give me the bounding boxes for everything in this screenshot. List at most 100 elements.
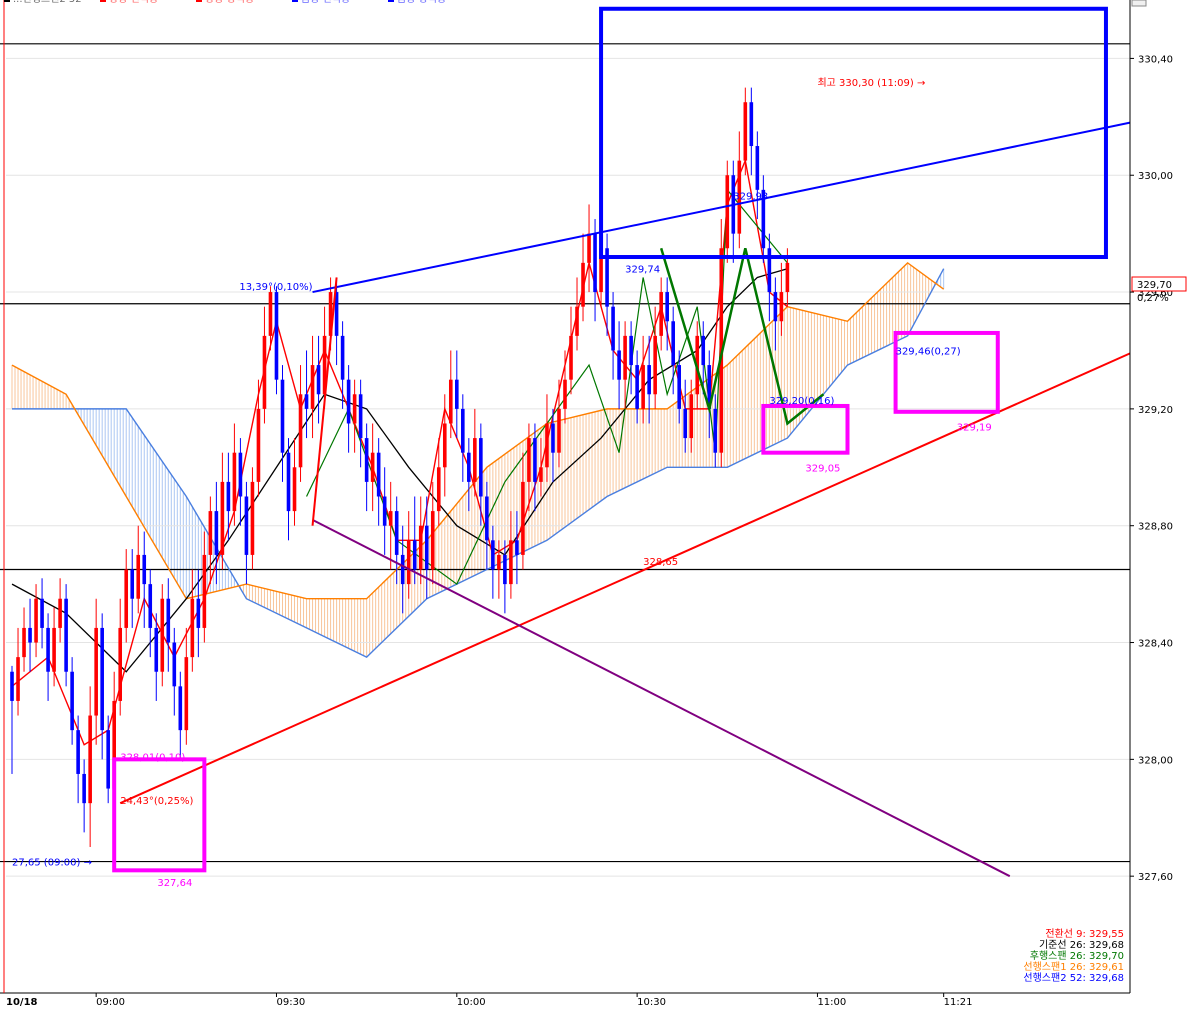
candle-up [292, 467, 297, 512]
candle-down [665, 292, 669, 322]
candle-down [46, 627, 50, 672]
candle-up [256, 408, 261, 482]
candle-up [190, 598, 195, 658]
candle-down [767, 248, 772, 293]
candle-down [28, 627, 32, 643]
y-tick-label: 329,20 [1138, 405, 1173, 416]
candle-up [545, 423, 549, 468]
candle-up [448, 379, 453, 424]
candle-up [418, 525, 423, 570]
candle-down [424, 525, 429, 570]
y-tick-label: 327,60 [1138, 872, 1173, 883]
scroll-corner-box[interactable] [1131, 0, 1147, 7]
annotation-label: 329,74 [625, 265, 660, 276]
candle-up [563, 379, 567, 409]
candle-up [118, 627, 123, 701]
candle-down [485, 496, 489, 541]
candle-up [94, 627, 98, 716]
annotation-label: 329,20(0,16) [769, 396, 834, 407]
top-legend-swatch [4, 0, 10, 2]
candle-down [178, 686, 183, 731]
candle-up [202, 554, 207, 628]
candle-down [82, 773, 86, 804]
annotation-label: 24,43°(0,25%) [120, 796, 193, 807]
candle-up [208, 511, 213, 555]
candle-up [52, 627, 56, 672]
candle-up [442, 423, 447, 468]
annotation-label: 327,64 [157, 878, 192, 889]
x-tick-label: 09:30 [276, 997, 305, 1008]
legend-entry: 후행스팬 26: 329,70 [1030, 950, 1124, 962]
candle-up [58, 598, 62, 628]
candle-up [310, 365, 315, 409]
candle-up [581, 262, 585, 307]
candle-down [461, 408, 465, 453]
candle-down [316, 365, 321, 395]
annotation-label: 27,65 (09:00) → [12, 858, 92, 869]
scroll-corner-icon[interactable] [1131, 0, 1147, 7]
annotation-label: 최고 330,30 (11:09) → [817, 77, 925, 89]
annotation-label: 13,39°(0,10%) [239, 282, 312, 293]
y-tick-label: 328,00 [1138, 755, 1173, 766]
x-tick-label: 10:30 [637, 997, 666, 1008]
candle-down [238, 452, 243, 497]
candle-down [749, 102, 754, 147]
candle-down [340, 335, 345, 380]
candle-down [196, 598, 201, 628]
candle-up [473, 438, 477, 482]
candle-up [527, 438, 531, 482]
candle-down [400, 554, 405, 585]
candle-down [382, 496, 387, 526]
candle-up [430, 511, 435, 570]
x-tick-label: 10:00 [457, 997, 486, 1008]
candle-up [497, 554, 501, 570]
candle-up [653, 335, 657, 395]
candle-up [779, 292, 784, 322]
candle-down [701, 335, 706, 366]
candle-down [467, 452, 471, 482]
candle-up [641, 365, 645, 409]
candle-down [70, 671, 74, 731]
annotation-label: 328,65 [643, 557, 678, 568]
candle-up [557, 408, 561, 453]
candle-up [250, 481, 255, 555]
candle-down [454, 379, 459, 409]
candle-down [100, 627, 104, 731]
annotation-label: 329,05 [805, 463, 840, 474]
candle-up [34, 598, 38, 643]
candle-down [635, 365, 639, 409]
legend-entry: 선행스팬1 26: 329,61 [1023, 961, 1124, 973]
candle-up [521, 481, 525, 555]
candle-down [286, 452, 291, 512]
candle-down [683, 408, 688, 439]
candle-up [785, 262, 790, 293]
candle-down [617, 350, 621, 380]
candle-down [515, 540, 519, 555]
candle-down [611, 306, 615, 351]
candle-up [352, 394, 357, 424]
candle-down [142, 554, 147, 585]
candle-down [773, 292, 778, 322]
candle-up [575, 306, 579, 336]
candle-down [394, 511, 399, 555]
candle-up [406, 540, 411, 585]
candle-down [412, 540, 417, 570]
top-legend-swatch [292, 0, 298, 2]
candle-down [166, 598, 171, 643]
candle-down [274, 292, 279, 380]
candle-down [304, 394, 309, 409]
candle-down [154, 627, 159, 672]
candle-up [370, 452, 375, 482]
candle-down [106, 730, 110, 789]
annotation-label: 329,93 [733, 192, 768, 203]
y-tick-label: 328,40 [1138, 639, 1173, 650]
candle-down [172, 642, 177, 687]
candle-down [677, 365, 682, 409]
top-legend-label: 양봉 상역봉 [205, 0, 254, 5]
candle-down [755, 146, 760, 190]
candle-up [623, 335, 627, 380]
candle-up [16, 657, 20, 701]
candle-up [160, 598, 165, 672]
candle-up [268, 292, 273, 336]
candle-up [743, 102, 748, 161]
